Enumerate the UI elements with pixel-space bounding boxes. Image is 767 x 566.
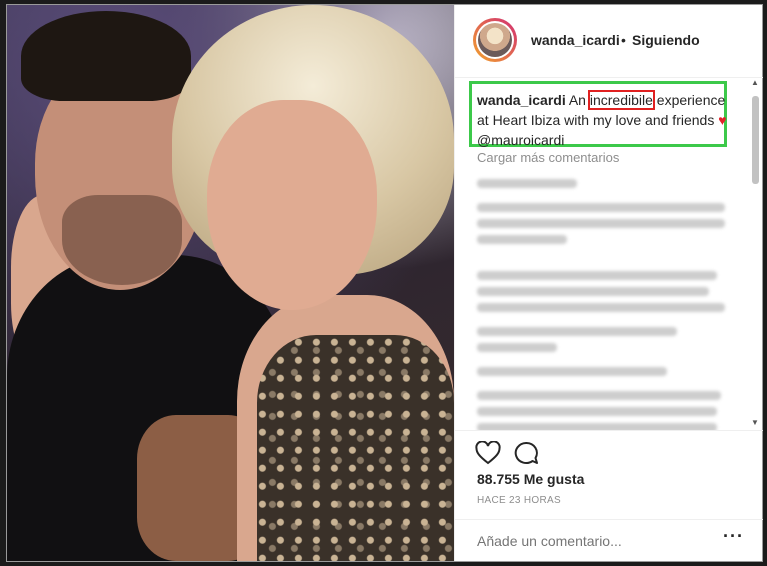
comment-icon[interactable] (513, 441, 539, 465)
photo-woman-dress (257, 335, 454, 561)
avatar-image (478, 23, 512, 57)
load-more-comments[interactable]: Cargar más comentarios (477, 150, 619, 165)
post-sidebar: wanda_icardi • Siguiendo wanda_icardi An… (454, 5, 763, 561)
blurred-comment (477, 287, 709, 296)
scroll-up-arrow-icon[interactable]: ▲ (751, 78, 759, 87)
post-caption: wanda_icardi An incredibile experience a… (477, 90, 727, 150)
more-icon[interactable]: ··· (723, 526, 744, 547)
following-button[interactable]: Siguiendo (632, 32, 700, 48)
blurred-comment (477, 407, 717, 416)
post-photo[interactable] (7, 5, 454, 561)
post-actions (455, 430, 763, 471)
caption-mention[interactable]: @mauroicardi (477, 132, 564, 148)
scroll-down-arrow-icon[interactable]: ▼ (751, 418, 759, 427)
header-username[interactable]: wanda_icardi (531, 32, 620, 48)
post-header: wanda_icardi • Siguiendo (455, 5, 763, 78)
blurred-comment (477, 219, 725, 228)
caption-text-before: An (568, 92, 590, 108)
blurred-comment (477, 235, 567, 244)
blurred-comment (477, 423, 717, 430)
photo-man-hair (21, 11, 191, 101)
avatar-frame (476, 21, 514, 59)
heart-emoji: ♥ (718, 112, 727, 128)
comments-section[interactable]: wanda_icardi An incredibile experience a… (455, 78, 763, 430)
avatar[interactable] (473, 18, 517, 62)
blurred-comment (477, 343, 557, 352)
caption-username[interactable]: wanda_icardi (477, 92, 566, 108)
add-comment-input[interactable] (477, 533, 658, 549)
add-comment-bar: ··· (455, 519, 763, 562)
blurred-comment (477, 179, 577, 188)
blurred-comment (477, 203, 725, 212)
heart-icon[interactable] (475, 441, 501, 465)
instagram-post: wanda_icardi • Siguiendo wanda_icardi An… (6, 4, 763, 562)
blurred-comment (477, 327, 677, 336)
blurred-comment (477, 391, 721, 400)
scroll-thumb[interactable] (752, 96, 759, 184)
blurred-comment (477, 367, 667, 376)
photo-woman-face (207, 100, 377, 310)
post-timestamp: HACE 23 HORAS (477, 495, 561, 506)
photo-man-beard (62, 195, 182, 285)
like-count[interactable]: 88.755 Me gusta (477, 471, 584, 487)
blurred-comment (477, 303, 725, 312)
header-separator: • (621, 32, 626, 48)
comments-scrollbar[interactable]: ▲ ▼ (751, 78, 761, 430)
blurred-comment (477, 271, 717, 280)
caption-highlight-word: incredibile (587, 90, 655, 110)
